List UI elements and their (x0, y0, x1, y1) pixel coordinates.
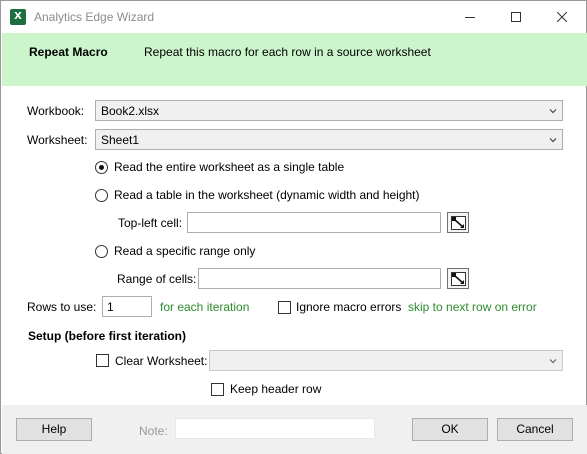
range-picker-button[interactable] (447, 268, 469, 289)
close-button[interactable] (539, 1, 585, 33)
minimize-button[interactable] (447, 1, 493, 33)
ok-button[interactable]: OK (412, 418, 488, 441)
page-description: Repeat this macro for each row in a sour… (144, 45, 431, 59)
rows-to-use-field[interactable] (103, 297, 151, 316)
close-icon (557, 12, 567, 22)
radio-entire-worksheet[interactable] (95, 161, 108, 174)
clear-worksheet-checkbox[interactable] (96, 354, 109, 367)
chevron-down-icon (549, 138, 557, 143)
setup-heading: Setup (before first iteration) (28, 329, 187, 343)
keep-header-checkbox[interactable] (211, 383, 224, 396)
keep-header-label[interactable]: Keep header row (230, 382, 321, 396)
workbook-label: Workbook: (27, 104, 85, 118)
header-band: Repeat Macro Repeat this macro for each … (2, 33, 587, 86)
note-label: Note: (139, 424, 168, 438)
title-bar[interactable]: X Analytics Edge Wizard (1, 1, 586, 33)
top-left-cell-input[interactable] (187, 212, 441, 233)
top-left-cell-field[interactable] (188, 213, 440, 232)
rows-to-use-input[interactable] (102, 296, 152, 317)
range-of-cells-input[interactable] (198, 268, 441, 289)
workbook-value: Book2.xlsx (101, 104, 160, 118)
worksheet-label: Worksheet: (27, 133, 88, 147)
range-of-cells-field[interactable] (199, 269, 440, 288)
top-left-cell-picker-button[interactable] (447, 212, 469, 233)
cancel-button[interactable]: Cancel (497, 418, 573, 441)
cell-picker-icon (451, 272, 466, 286)
chevron-down-icon (549, 109, 557, 114)
maximize-icon (511, 12, 521, 22)
rows-to-use-hint: for each iteration (160, 300, 250, 314)
cell-picker-icon (451, 216, 466, 230)
radio-dynamic-table-label[interactable]: Read a table in the worksheet (dynamic w… (114, 188, 420, 202)
ignore-errors-checkbox[interactable] (278, 301, 291, 314)
top-left-cell-label: Top-left cell: (118, 216, 183, 230)
ignore-errors-label[interactable]: Ignore macro errors (296, 300, 401, 314)
excel-app-icon: X (10, 9, 26, 25)
maximize-button[interactable] (493, 1, 539, 33)
note-field[interactable] (176, 419, 374, 438)
note-input[interactable] (175, 418, 375, 439)
help-button[interactable]: Help (16, 418, 92, 441)
range-of-cells-label: Range of cells: (117, 272, 197, 286)
wizard-window: X Analytics Edge Wizard Repeat Macro Rep… (0, 0, 587, 454)
workbook-select[interactable]: Book2.xlsx (95, 100, 563, 121)
clear-worksheet-select[interactable] (209, 350, 563, 371)
radio-specific-range-label[interactable]: Read a specific range only (114, 244, 255, 258)
radio-specific-range[interactable] (95, 245, 108, 258)
radio-entire-worksheet-label[interactable]: Read the entire worksheet as a single ta… (114, 160, 344, 174)
window-title: Analytics Edge Wizard (34, 10, 155, 24)
worksheet-value: Sheet1 (101, 133, 140, 147)
clear-worksheet-label[interactable]: Clear Worksheet: (115, 354, 207, 368)
ignore-errors-hint: skip to next row on error (408, 300, 537, 314)
chevron-down-icon (549, 359, 557, 364)
rows-to-use-label: Rows to use: (27, 300, 97, 314)
worksheet-select[interactable]: Sheet1 (95, 129, 563, 150)
minimize-icon (465, 17, 475, 18)
page-title: Repeat Macro (29, 45, 108, 59)
footer-bar: Help Note: OK Cancel (2, 405, 587, 454)
radio-dynamic-table[interactable] (95, 189, 108, 202)
